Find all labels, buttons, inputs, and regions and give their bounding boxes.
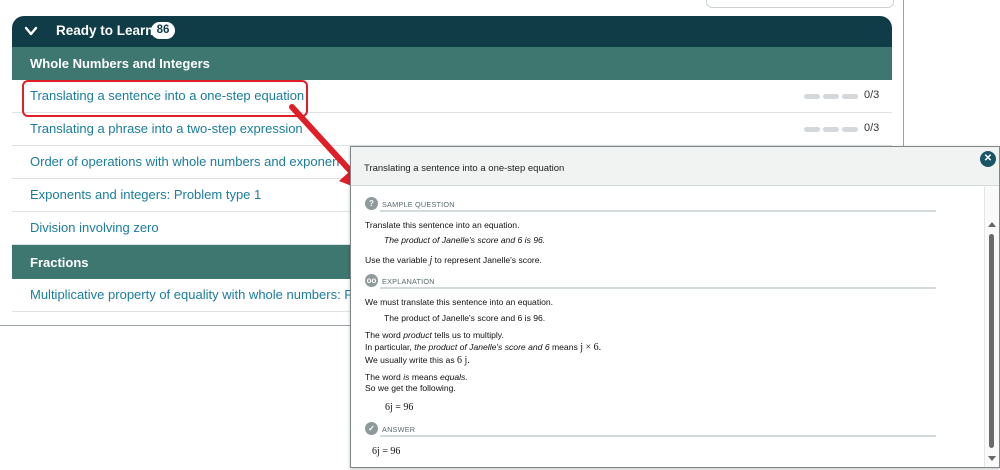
explanation-line: So we get the following. <box>365 383 456 394</box>
section-label: ANSWER <box>382 425 416 435</box>
explanation-sentence: The product of Janelle's score and 6 is … <box>384 312 546 323</box>
scroll-up-icon[interactable] <box>988 222 996 227</box>
dialog-header: Translating a sentence into a one-step e… <box>351 147 999 186</box>
sample-line: Translate this sentence into an equation… <box>365 220 520 230</box>
explanation-line: The word product tells us to multiply. <box>365 329 504 340</box>
sample-line: Use the variable j to represent Janelle'… <box>365 255 542 267</box>
dialog-title: Translating a sentence into a one-step e… <box>364 163 565 174</box>
explanation-line: We usually write this as 6 j. <box>365 354 470 366</box>
check-icon: ✓ <box>365 422 378 436</box>
section-label: EXPLANATION <box>382 277 435 287</box>
explanation-line: The word is means equals. <box>365 371 468 382</box>
explanation-equation: 6j = 96 <box>385 402 414 414</box>
dialog-scrollbar[interactable] <box>984 186 999 467</box>
answer-header: ✓ ANSWER <box>365 422 965 438</box>
scroll-down-icon[interactable] <box>988 456 996 461</box>
close-icon[interactable]: ✕ <box>980 151 996 167</box>
scroll-thumb[interactable] <box>989 234 994 448</box>
explanation-line: We must translate this sentence into an … <box>365 297 554 308</box>
sample-question-header: ? SAMPLE QUESTION <box>365 197 965 212</box>
answer-equation: 6j = 96 <box>372 446 401 458</box>
sample-sentence: The product of Janelle's score and 6 is … <box>384 235 546 246</box>
topic-preview-dialog: 05 17 Translating a sentence into a one-… <box>350 146 1000 468</box>
section-label: SAMPLE QUESTION <box>382 200 455 209</box>
dialog-content: ? SAMPLE QUESTION Translate this sentenc… <box>365 197 965 458</box>
explanation-line: In particular, the product of Janelle's … <box>365 341 602 353</box>
explanation-header: oo EXPLANATION <box>365 274 965 290</box>
question-mark-icon: ? <box>365 197 378 210</box>
glasses-icon: oo <box>365 274 378 288</box>
